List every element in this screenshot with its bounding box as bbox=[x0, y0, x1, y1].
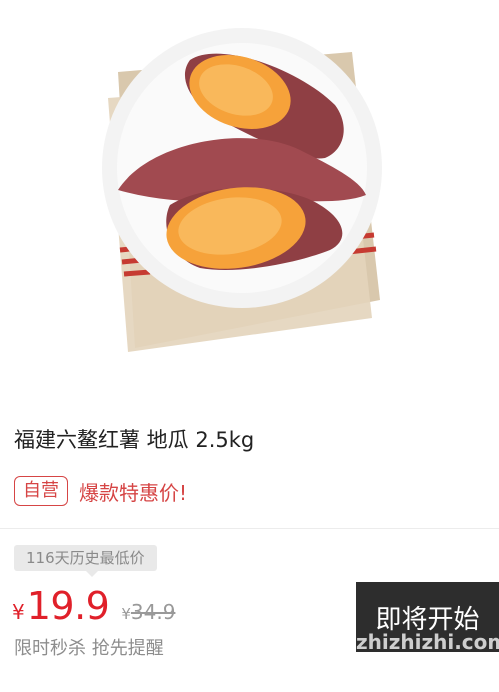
price-row: ¥ 19.9 ¥ 34.9 bbox=[12, 584, 175, 628]
history-low-price-tag: 116天历史最低价 bbox=[14, 545, 157, 577]
tag-row: 自营 爆款特惠价! bbox=[14, 476, 187, 506]
current-price: 19.9 bbox=[26, 584, 110, 628]
original-price: 34.9 bbox=[130, 600, 176, 624]
original-currency-symbol: ¥ bbox=[121, 605, 131, 623]
product-title: 福建六鳌红薯 地瓜 2.5kg bbox=[14, 428, 255, 452]
currency-symbol: ¥ bbox=[12, 600, 25, 624]
divider bbox=[0, 528, 499, 529]
self-operated-badge: 自营 bbox=[14, 476, 68, 506]
watermark: zhizhizhi.com bbox=[356, 630, 499, 654]
promo-text: 爆款特惠价! bbox=[79, 480, 188, 505]
flash-sale-reminder: 限时秒杀 抢先提醒 bbox=[14, 638, 164, 659]
product-image bbox=[102, 28, 382, 352]
